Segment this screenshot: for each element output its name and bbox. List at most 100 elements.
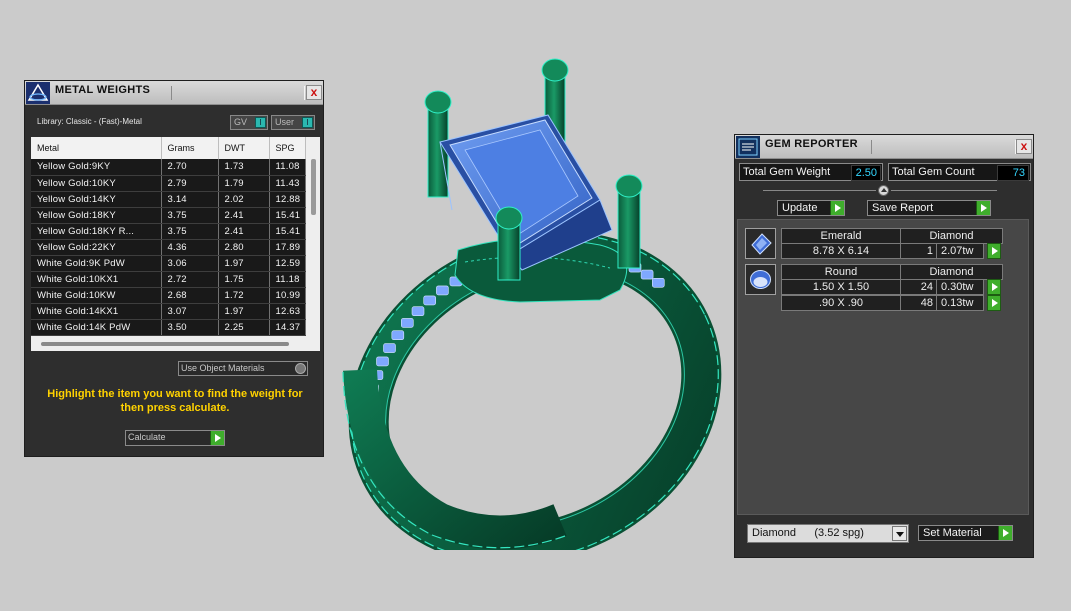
- user-toggle[interactable]: User I: [271, 115, 315, 130]
- gem-count[interactable]: 48: [900, 295, 937, 311]
- table-row[interactable]: Yellow Gold:14KY 3.14 2.02 12.88: [31, 191, 306, 208]
- metal-weights-titlebar[interactable]: METAL WEIGHTS x: [25, 81, 323, 105]
- table-cell[interactable]: 2.02: [218, 191, 270, 208]
- gem-weight[interactable]: 0.30tw: [936, 279, 984, 295]
- gem-size[interactable]: 1.50 X 1.50: [781, 279, 901, 295]
- table-cell[interactable]: 17.89: [269, 239, 306, 256]
- save-report-button[interactable]: Save Report: [867, 200, 991, 216]
- table-cell[interactable]: 3.75: [161, 223, 219, 240]
- table-row[interactable]: White Gold:14KX1 3.07 1.97 12.63: [31, 303, 306, 320]
- material-select[interactable]: Diamond (3.52 spg): [747, 524, 909, 543]
- table-cell[interactable]: 2.68: [161, 287, 219, 304]
- horizontal-scrollbar[interactable]: [41, 342, 289, 346]
- table-cell[interactable]: 1.79: [218, 175, 270, 192]
- gem-count[interactable]: 24: [900, 279, 937, 295]
- table-cell[interactable]: 2.79: [161, 175, 219, 192]
- table-row[interactable]: Yellow Gold:22KY 4.36 2.80 17.89: [31, 239, 306, 256]
- close-button[interactable]: x: [1016, 139, 1032, 154]
- table-cell[interactable]: 3.50: [161, 319, 219, 336]
- table-cell[interactable]: 1.75: [218, 271, 270, 288]
- table-cell[interactable]: 14.37: [269, 319, 306, 336]
- gem-list[interactable]: Emerald Diamond 8.78 X 6.14 1 2.07tw Rou…: [737, 219, 1029, 515]
- select-gem-button[interactable]: [987, 243, 1001, 259]
- table-cell[interactable]: 3.14: [161, 191, 219, 208]
- table-cell[interactable]: 2.41: [218, 223, 270, 240]
- update-button[interactable]: Update: [777, 200, 845, 216]
- calculate-button[interactable]: Calculate: [125, 430, 225, 446]
- table-row[interactable]: White Gold:10KW 2.68 1.72 10.99: [31, 287, 306, 304]
- table-cell[interactable]: 15.41: [269, 207, 306, 224]
- gem-material[interactable]: Diamond: [900, 264, 1003, 280]
- table-cell[interactable]: White Gold:10KX1: [31, 271, 162, 288]
- radio-icon[interactable]: [295, 363, 306, 374]
- table-cell[interactable]: White Gold:9K PdW: [31, 255, 162, 272]
- table-cell[interactable]: 2.25: [218, 319, 270, 336]
- emerald-cut-gem-icon[interactable]: [745, 228, 776, 259]
- play-arrow-icon: [998, 526, 1012, 540]
- ring-3d-viewport[interactable]: [330, 50, 730, 550]
- table-cell[interactable]: White Gold:14K PdW: [31, 319, 162, 336]
- column-header[interactable]: Metal: [31, 137, 162, 159]
- gem-shape[interactable]: Emerald: [781, 228, 901, 244]
- chevron-down-icon[interactable]: [892, 526, 907, 541]
- set-material-button[interactable]: Set Material: [918, 525, 1013, 541]
- table-cell[interactable]: 12.59: [269, 255, 306, 272]
- select-gem-button[interactable]: [987, 279, 1001, 295]
- table-cell[interactable]: 3.06: [161, 255, 219, 272]
- gv-toggle[interactable]: GV I: [230, 115, 268, 130]
- table-row[interactable]: Yellow Gold:18KY R... 3.75 2.41 15.41: [31, 223, 306, 240]
- vertical-scrollbar[interactable]: [311, 159, 316, 215]
- table-row[interactable]: Yellow Gold:9KY 2.70 1.73 11.08: [31, 159, 306, 176]
- table-cell[interactable]: Yellow Gold:18KY R...: [31, 223, 162, 240]
- table-row[interactable]: Yellow Gold:10KY 2.79 1.79 11.43: [31, 175, 306, 192]
- close-button[interactable]: x: [306, 85, 322, 100]
- table-cell[interactable]: 1.72: [218, 287, 270, 304]
- table-cell[interactable]: 11.18: [269, 271, 306, 288]
- use-object-materials-option[interactable]: Use Object Materials: [178, 361, 308, 376]
- select-gem-button[interactable]: [987, 295, 1001, 311]
- user-toggle-switch[interactable]: I: [302, 117, 313, 128]
- table-cell[interactable]: White Gold:10KW: [31, 287, 162, 304]
- table-cell[interactable]: 15.41: [269, 223, 306, 240]
- table-cell[interactable]: 3.75: [161, 207, 219, 224]
- table-cell[interactable]: 12.63: [269, 303, 306, 320]
- column-header[interactable]: Grams: [161, 137, 219, 159]
- table-cell[interactable]: Yellow Gold:10KY: [31, 175, 162, 192]
- table-cell[interactable]: 4.36: [161, 239, 219, 256]
- table-row[interactable]: White Gold:10KX1 2.72 1.75 11.18: [31, 271, 306, 288]
- gem-size[interactable]: 8.78 X 6.14: [781, 243, 901, 259]
- gem-weight[interactable]: 2.07tw: [936, 243, 984, 259]
- table-cell[interactable]: Yellow Gold:18KY: [31, 207, 162, 224]
- table-cell[interactable]: 2.72: [161, 271, 219, 288]
- table-cell[interactable]: 12.88: [269, 191, 306, 208]
- table-cell[interactable]: 1.97: [218, 303, 270, 320]
- gem-count[interactable]: 1: [900, 243, 937, 259]
- table-cell[interactable]: 1.73: [218, 159, 270, 176]
- round-gem-icon[interactable]: [745, 264, 776, 295]
- table-cell[interactable]: 3.07: [161, 303, 219, 320]
- table-cell[interactable]: 1.97: [218, 255, 270, 272]
- table-cell[interactable]: 2.80: [218, 239, 270, 256]
- table-cell[interactable]: White Gold:14KX1: [31, 303, 162, 320]
- table-row[interactable]: White Gold:14K PdW 3.50 2.25 14.37: [31, 319, 306, 336]
- collapse-arrow-icon[interactable]: [878, 185, 889, 196]
- table-cell[interactable]: 11.43: [269, 175, 306, 192]
- gem-reporter-titlebar[interactable]: GEM REPORTER x: [735, 135, 1033, 159]
- column-header[interactable]: DWT: [218, 137, 270, 159]
- table-cell[interactable]: Yellow Gold:22KY: [31, 239, 162, 256]
- table-cell[interactable]: 10.99: [269, 287, 306, 304]
- gem-material[interactable]: Diamond: [900, 228, 1003, 244]
- table-cell[interactable]: 2.41: [218, 207, 270, 224]
- table-cell[interactable]: 2.70: [161, 159, 219, 176]
- table-cell[interactable]: Yellow Gold:14KY: [31, 191, 162, 208]
- table-row[interactable]: White Gold:9K PdW 3.06 1.97 12.59: [31, 255, 306, 272]
- column-header[interactable]: SPG: [269, 137, 306, 159]
- gem-shape[interactable]: Round: [781, 264, 901, 280]
- table-cell[interactable]: 11.08: [269, 159, 306, 176]
- table-row[interactable]: Yellow Gold:18KY 3.75 2.41 15.41: [31, 207, 306, 224]
- table-cell[interactable]: Yellow Gold:9KY: [31, 159, 162, 176]
- gem-weight[interactable]: 0.13tw: [936, 295, 984, 311]
- gem-size[interactable]: .90 X .90: [781, 295, 901, 311]
- metal-table[interactable]: Metal Grams DWT SPG Yellow Gold:9KY 2.70 1…: [31, 137, 320, 351]
- gv-toggle-switch[interactable]: I: [255, 117, 266, 128]
